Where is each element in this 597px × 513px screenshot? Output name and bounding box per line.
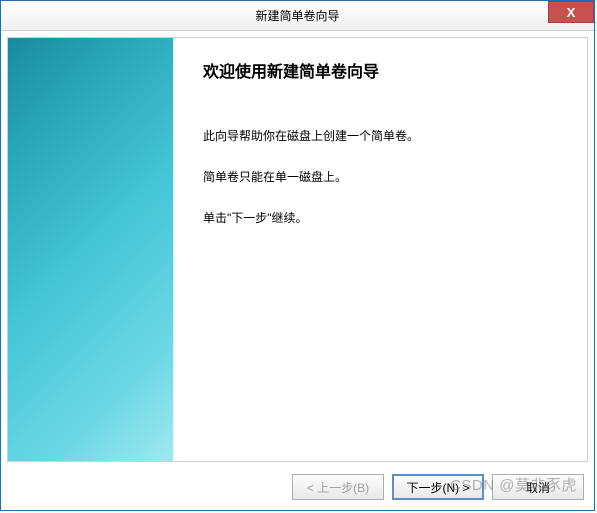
main-content: 欢迎使用新建简单卷向导 此向导帮助你在磁盘上创建一个简单卷。 简单卷只能在单一磁… xyxy=(173,38,587,461)
window-title: 新建简单卷向导 xyxy=(255,7,339,24)
button-row: < 上一步(B) 下一步(N) > 取消 xyxy=(1,468,594,510)
wizard-heading: 欢迎使用新建简单卷向导 xyxy=(203,58,557,82)
close-icon: X xyxy=(567,5,576,20)
content-area: 欢迎使用新建简单卷向导 此向导帮助你在磁盘上创建一个简单卷。 简单卷只能在单一磁… xyxy=(1,31,594,468)
inner-panel: 欢迎使用新建简单卷向导 此向导帮助你在磁盘上创建一个简单卷。 简单卷只能在单一磁… xyxy=(7,37,588,462)
wizard-text-2: 简单卷只能在单一磁盘上。 xyxy=(203,168,557,187)
wizard-window: 新建简单卷向导 X 欢迎使用新建简单卷向导 此向导帮助你在磁盘上创建一个简单卷。… xyxy=(0,0,595,511)
wizard-sidebar-graphic xyxy=(8,38,173,461)
next-button[interactable]: 下一步(N) > xyxy=(392,474,484,500)
back-button: < 上一步(B) xyxy=(292,474,384,500)
close-button[interactable]: X xyxy=(548,1,594,23)
title-bar: 新建简单卷向导 X xyxy=(1,1,594,31)
cancel-button[interactable]: 取消 xyxy=(492,474,584,500)
wizard-text-3: 单击"下一步"继续。 xyxy=(203,209,557,228)
wizard-text-1: 此向导帮助你在磁盘上创建一个简单卷。 xyxy=(203,127,557,146)
